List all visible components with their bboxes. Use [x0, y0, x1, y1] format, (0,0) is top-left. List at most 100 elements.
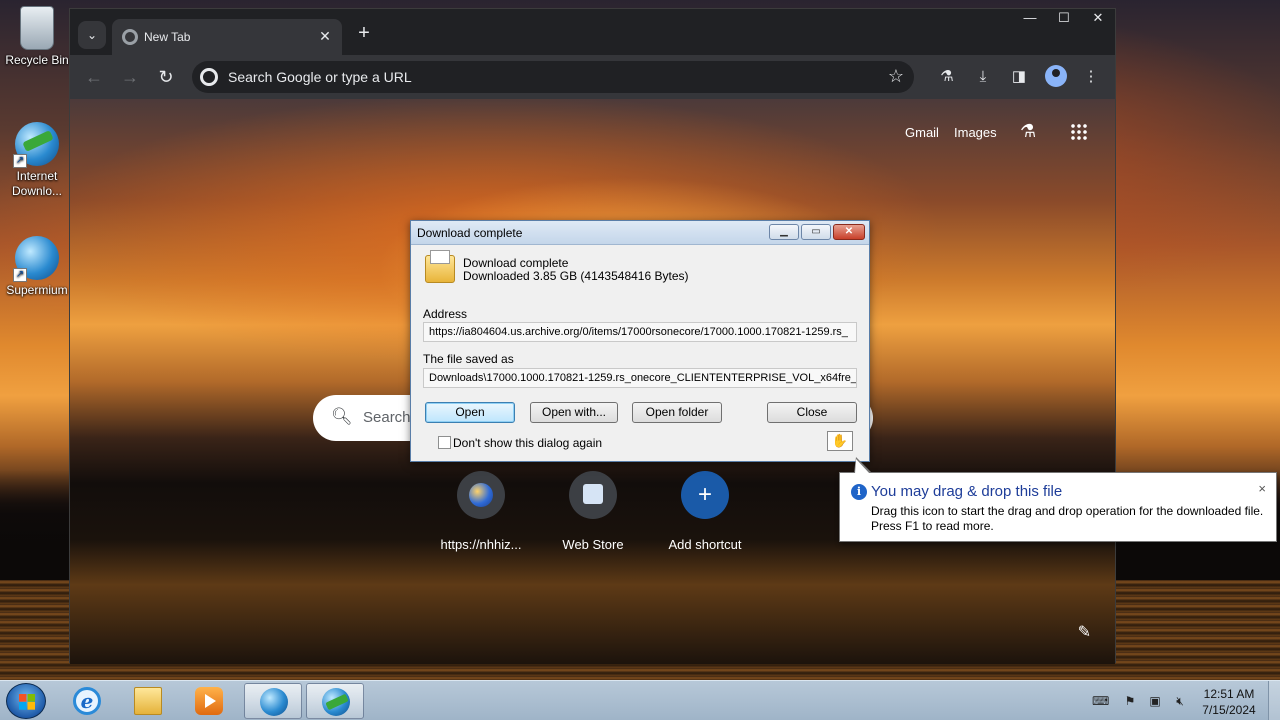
open-folder-button[interactable]: Open folder	[632, 402, 722, 423]
tab-search-button[interactable]: ⌄	[78, 21, 106, 49]
side-panel-button[interactable]: ◨	[1007, 65, 1031, 89]
customize-pencil-icon[interactable]: ✎	[1078, 622, 1091, 642]
omnibox[interactable]: Search Google or type a URL ☆	[192, 61, 914, 93]
recycle-bin-icon	[20, 6, 54, 50]
browser-toolbar: ← → ↻ Search Google or type a URL ☆ ⚗ ⤓ …	[70, 55, 1115, 99]
action-center-flag-icon[interactable]: ⚑	[1122, 693, 1138, 709]
minimize-button[interactable]: —	[1013, 9, 1047, 27]
taskbar-media-player[interactable]	[180, 683, 238, 719]
taskbar: e ⌨ ⚑ ▣ 🔇︎ 12:51 AM 7/15/2024	[0, 680, 1280, 720]
add-shortcut-tile[interactable]: + Add shortcut	[650, 471, 760, 552]
dont-show-checkbox[interactable]	[438, 436, 451, 449]
download-icon: ⤓	[979, 68, 987, 85]
balloon-title: You may drag & drop this file	[871, 483, 1063, 500]
supermium-icon: ↗	[13, 236, 59, 282]
folder-icon	[134, 687, 162, 715]
reload-icon: ↻	[158, 67, 174, 87]
saved-as-field[interactable]: Downloads\17000.1000.170821-1259.rs_onec…	[423, 368, 857, 388]
clock-time: 12:51 AM	[1203, 687, 1255, 701]
desktop-icon-idm[interactable]: ↗ Internet Downlo...	[0, 122, 74, 199]
taskbar-supermium[interactable]	[244, 683, 302, 719]
window-controls: — ☐ ✕	[1013, 9, 1115, 29]
desktop-icon-label: Recycle Bin	[5, 53, 69, 67]
back-button[interactable]: ←	[82, 65, 106, 89]
balloon-close-button[interactable]: ×	[1258, 481, 1266, 496]
tab-strip: ⌄ New Tab ✕ + — ☐ ✕	[70, 9, 1115, 55]
idm-icon	[322, 688, 350, 716]
new-tab-button[interactable]: +	[352, 21, 376, 45]
drag-drop-balloon: i You may drag & drop this file Drag thi…	[839, 457, 1277, 542]
plus-icon: +	[681, 471, 729, 519]
more-vert-icon: ⋮	[1083, 68, 1099, 85]
shortcut-label: Web Store	[562, 537, 624, 552]
downloads-button[interactable]: ⤓	[971, 65, 995, 89]
show-desktop-button[interactable]	[1268, 681, 1280, 720]
arrow-left-icon: ←	[85, 67, 103, 87]
dialog-heading: Download complete	[463, 256, 569, 270]
maximize-button[interactable]: ☐	[1047, 9, 1081, 27]
desktop-icon-label: Supermium	[6, 283, 68, 297]
open-button[interactable]: Open	[425, 402, 515, 423]
dialog-window-controls: ▁ ▭ ✕	[769, 224, 865, 240]
saved-as-label: The file saved as	[423, 352, 514, 366]
site-icon	[457, 471, 505, 519]
shortcut-arrow-icon: ↗	[13, 154, 27, 168]
address-field[interactable]: https://ia804604.us.archive.org/0/items/…	[423, 322, 857, 342]
chevron-down-icon: ⌄	[86, 28, 98, 42]
address-label: Address	[423, 307, 468, 321]
volume-muted-icon[interactable]: 🔇︎	[1172, 693, 1188, 709]
forward-button[interactable]: →	[118, 65, 142, 89]
web-store-icon	[569, 471, 617, 519]
shortcut-tile[interactable]: Web Store	[538, 471, 648, 552]
labs-icon[interactable]: ⚗	[1020, 121, 1036, 142]
dont-show-label: Don't show this dialog again	[453, 436, 603, 450]
desktop-icon-label: Internet Downlo...	[11, 169, 63, 198]
dialog-close-button[interactable]: ✕	[833, 224, 865, 240]
taskbar-idm[interactable]	[306, 683, 364, 719]
dialog-titlebar[interactable]: Download complete ▁ ▭ ✕	[411, 221, 869, 245]
ntp-search-placeholder: Search	[363, 409, 411, 426]
menu-button[interactable]: ⋮	[1079, 65, 1103, 89]
dialog-minimize-button[interactable]: ▁	[769, 224, 799, 240]
shortcut-tile[interactable]: https://nhhiz...	[426, 471, 536, 552]
shortcut-label: Add shortcut	[668, 537, 742, 552]
tab-close-button[interactable]: ✕	[316, 27, 334, 45]
network-icon[interactable]: ▣	[1147, 693, 1163, 709]
gmail-link[interactable]: Gmail	[905, 125, 939, 140]
start-button[interactable]	[6, 683, 46, 719]
flask-icon: ⚗	[940, 68, 954, 85]
google-icon	[200, 68, 218, 86]
close-button[interactable]: Close	[767, 402, 857, 423]
tab-title: New Tab	[144, 30, 191, 44]
keyboard-icon[interactable]: ⌨	[1092, 693, 1109, 709]
info-icon: i	[851, 484, 867, 500]
profile-avatar-icon[interactable]	[1045, 65, 1067, 87]
desktop-icon-supermium[interactable]: ↗ Supermium	[0, 236, 74, 297]
dialog-title: Download complete	[417, 226, 523, 240]
idm-icon: ↗	[13, 122, 59, 168]
close-window-button[interactable]: ✕	[1081, 9, 1115, 27]
system-clock[interactable]: 12:51 AM 7/15/2024	[1196, 686, 1262, 718]
clock-date: 7/15/2024	[1202, 703, 1256, 717]
balloon-line: Press F1 to read more.	[871, 519, 994, 533]
apps-grid-icon[interactable]	[1070, 123, 1088, 141]
reload-button[interactable]: ↻	[154, 65, 178, 89]
labs-button[interactable]: ⚗	[935, 65, 959, 89]
taskbar-explorer[interactable]	[119, 683, 177, 719]
balloon-line: Drag this icon to start the drag and dro…	[871, 504, 1264, 518]
download-size-text: Downloaded 3.85 GB (4143548416 Bytes)	[463, 269, 689, 283]
dialog-maximize-button[interactable]: ▭	[801, 224, 831, 240]
bookmark-star-icon[interactable]: ☆	[888, 66, 904, 87]
shortcut-arrow-icon: ↗	[13, 268, 27, 282]
internet-explorer-icon: e	[73, 687, 101, 715]
media-player-icon	[195, 687, 223, 715]
supermium-icon	[260, 688, 288, 716]
taskbar-internet-explorer[interactable]: e	[58, 683, 116, 719]
tab-new-tab[interactable]: New Tab ✕	[112, 19, 342, 55]
images-link[interactable]: Images	[954, 125, 997, 140]
drag-drop-hand-icon[interactable]: ✋	[827, 431, 853, 451]
download-complete-dialog: Download complete ▁ ▭ ✕ Download complet…	[410, 220, 870, 462]
desktop-icon-recycle-bin[interactable]: Recycle Bin	[0, 6, 74, 67]
open-with-button[interactable]: Open with...	[530, 402, 618, 423]
balloon-body: Drag this icon to start the drag and dro…	[871, 504, 1263, 534]
